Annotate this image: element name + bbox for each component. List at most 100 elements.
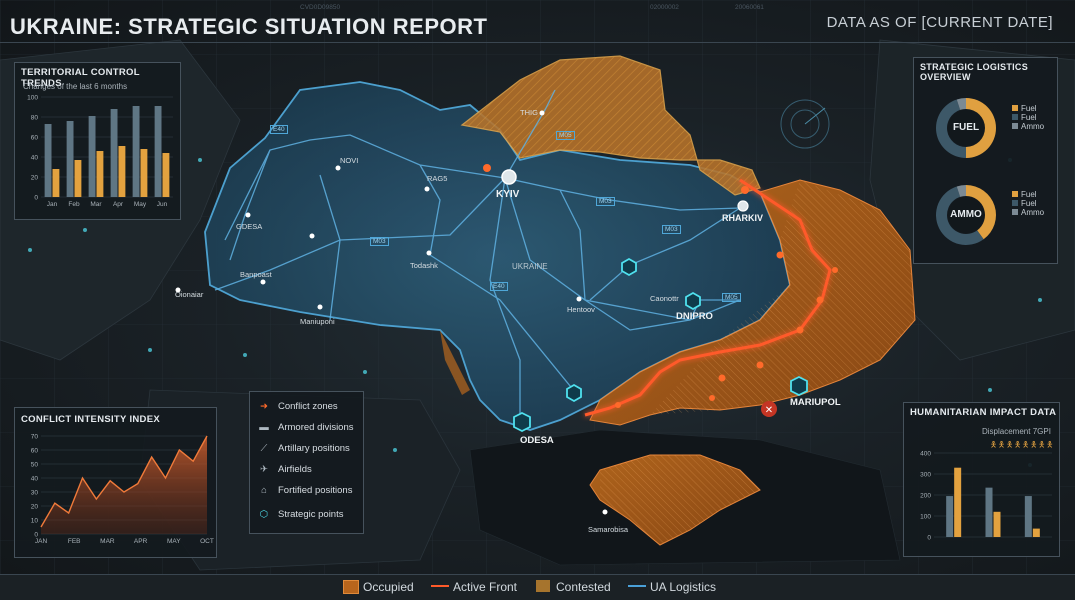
y-tick-label: 100 <box>27 95 38 102</box>
territorial-bar-chart: 0 20 40 60 80 100 Jan Feb Mar Apr May Jun <box>27 95 173 208</box>
road-label: M03 <box>596 197 615 206</box>
bar <box>132 106 140 197</box>
y-tick-label: 30 <box>31 490 39 497</box>
city-label-lodashk: Todashk <box>410 261 438 270</box>
legend-label: Conflict zones <box>278 401 338 412</box>
x-tick-label: Jun <box>157 201 168 208</box>
humanitarian-bar-chart: 0 100 200 300 400 <box>920 451 1052 542</box>
bar <box>118 146 126 197</box>
bottom-legend-logistics: UA Logistics <box>650 580 717 594</box>
donut1-legend: Fuel Fuel Ammo <box>1012 104 1044 131</box>
city-label-samarobisa: Samarobisa <box>588 525 629 534</box>
radar-icon <box>780 99 830 149</box>
front-line-swatch <box>431 585 449 587</box>
city-label-mariupol: MARIUPOL <box>790 397 841 408</box>
decor-code: 02000002 <box>650 4 679 11</box>
legend-label: Fortified positions <box>278 485 353 496</box>
bar <box>88 116 96 197</box>
city-label-dnipro: DNIPRO <box>676 311 713 322</box>
legend-item-airfields: ✈ Airfields <box>256 464 312 475</box>
road-label: E40 <box>490 282 508 291</box>
map-legend-panel: ➜ Conflict zones ▬ Armored divisions ⟋ Arti… <box>249 391 364 534</box>
y-tick-label: 70 <box>31 434 39 441</box>
city-label-caonottr: Caonottr <box>650 294 679 303</box>
y-tick-label: 400 <box>920 451 931 458</box>
x-tick-label: Mar <box>90 201 102 208</box>
legend-item-fortified: ⌂ Fortified positions <box>256 485 352 496</box>
contested-swatch <box>536 580 550 592</box>
decor-code: CVD0D09850 <box>300 4 341 11</box>
artillery-icon: ⟋ <box>260 443 268 454</box>
bar <box>162 153 170 197</box>
data-date-label: DATA AS OF [CURRENT DATE] <box>826 14 1053 31</box>
tank-icon: ▬ <box>259 422 269 433</box>
country-label: UKRAINE <box>512 262 548 271</box>
city-label-novi: NOVI <box>340 156 359 165</box>
x-tick-label: OCT <box>200 538 214 545</box>
x-tick-label: MAY <box>167 538 181 545</box>
y-tick-label: 40 <box>31 155 39 162</box>
legend-label: Ammo <box>1021 122 1045 131</box>
legend-label: Strategic points <box>278 509 344 520</box>
legend-label: Artillary positions <box>278 443 350 454</box>
svg-text:✕: ✕ <box>765 405 773 416</box>
panel-title: HUMANITARIAN IMPACT DATA <box>910 407 1057 418</box>
bottom-legend-contested: Contested <box>556 580 611 594</box>
situation-report-dashboard: ✕ UKRAINE: STRATEGIC SITUATION REPORT DA… <box>0 0 1075 600</box>
x-tick-label: APR <box>134 538 148 545</box>
x-tick-label: May <box>134 201 147 208</box>
y-tick-label: 200 <box>920 493 931 500</box>
logistics-panel: STRATEGIC LOGISTICS OVERVIEW FUEL Fuel F… <box>913 57 1058 264</box>
plane-icon: ✈ <box>260 464 268 475</box>
y-tick-label: 100 <box>920 514 931 521</box>
bar <box>154 106 162 197</box>
road-label: M03 <box>370 237 389 246</box>
road-label: M05 <box>556 131 575 140</box>
x-tick-label: JAN <box>35 538 48 545</box>
legend-label: Fuel <box>1021 190 1037 199</box>
bar <box>96 151 104 197</box>
legend-label: Armored divisions <box>278 422 354 433</box>
y-tick-label: 60 <box>31 135 39 142</box>
y-tick-label: 40 <box>31 476 39 483</box>
bar <box>52 169 60 197</box>
donut-center-label: FUEL <box>952 122 980 133</box>
area-fill <box>41 436 207 534</box>
y-tick-label: 300 <box>920 472 931 479</box>
panel-subtitle: Displacement 7GPI <box>982 427 1051 436</box>
legend-label: Ammo <box>1021 208 1045 217</box>
x-tick-label: Apr <box>113 201 124 208</box>
city-label-oionaiar: Oionaiar <box>175 290 204 299</box>
hexagon-icon: ⬡ <box>259 509 269 520</box>
kyiv-marker <box>501 169 517 185</box>
bar <box>993 511 1001 537</box>
legend-label: Airfields <box>278 464 312 475</box>
territorial-control-panel: TERRITORIAL CONTROL TRENDS Changes of th… <box>14 62 181 220</box>
header-divider <box>0 42 1075 43</box>
bar <box>954 467 962 537</box>
bar <box>1024 496 1032 537</box>
legend-item-armored: ▬ Armored divisions <box>256 422 354 433</box>
humanitarian-panel: HUMANITARIAN IMPACT DATA Displacement 7G… <box>903 402 1060 557</box>
legend-item-conflict-zones: ➜ Conflict zones <box>256 401 338 412</box>
road-label: M05 <box>722 293 741 302</box>
city-label-maniuponi: Maniuponi <box>300 317 335 326</box>
bar <box>110 109 118 197</box>
y-tick-label: 0 <box>34 195 38 202</box>
decor-code: 20060061 <box>735 4 764 11</box>
conflict-intensity-panel: CONFLICT INTENSITY INDEX 0 10 20 30 40 50 60 70… <box>14 407 217 558</box>
city-label-kharkiv: RHARKIV <box>722 213 764 223</box>
bottom-legend-occupied: Occupied <box>363 580 414 594</box>
y-tick-label: 10 <box>31 518 39 525</box>
city-label-hentoov: Hentoov <box>567 305 595 314</box>
legend-label: Fuel <box>1021 199 1037 208</box>
panel-title: STRATEGIC LOGISTICS OVERVIEW <box>920 62 1029 82</box>
road-label: E40 <box>270 125 288 134</box>
city-label-gdesa: GDESA <box>236 222 263 231</box>
fort-icon: ⌂ <box>261 485 267 496</box>
panel-title: CONFLICT INTENSITY INDEX <box>21 414 160 425</box>
bar <box>1032 528 1040 537</box>
bottom-legend-front: Active Front <box>453 580 518 594</box>
bar <box>140 149 148 197</box>
x-tick-label: MAR <box>100 538 115 545</box>
